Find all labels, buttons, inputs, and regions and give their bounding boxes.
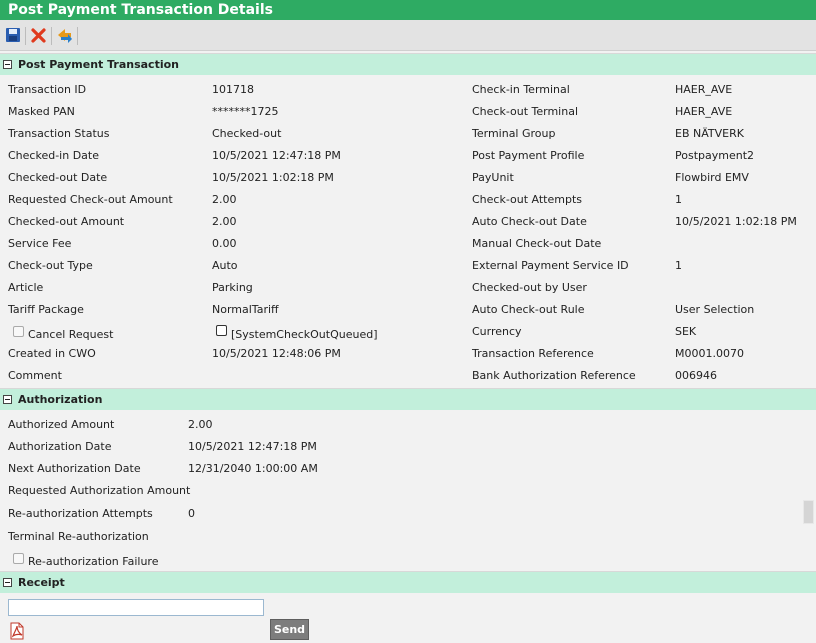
- section-header-authorization: Authorization: [0, 388, 816, 410]
- label-external-payment-service-id: External Payment Service ID: [472, 259, 629, 272]
- value-checkout-terminal: HAER_AVE: [675, 105, 733, 118]
- label-tariff-package: Tariff Package: [8, 303, 84, 316]
- label-checked-out-by-user: Checked-out by User: [472, 281, 587, 294]
- label-checkout-terminal: Check-out Terminal: [472, 105, 579, 118]
- label-created-in-cwo: Created in CWO: [8, 347, 96, 360]
- collapse-icon[interactable]: [3, 60, 12, 69]
- section-title: Authorization: [18, 393, 103, 406]
- label-checked-out-date: Checked-out Date: [8, 171, 108, 184]
- label-currency: Currency: [472, 325, 522, 338]
- section-title: Post Payment Transaction: [18, 58, 179, 71]
- section-title: Receipt: [18, 576, 65, 589]
- page-title: Post Payment Transaction Details: [0, 0, 816, 20]
- collapse-icon[interactable]: [3, 395, 12, 404]
- label-reauthorization-attempts: Re-authorization Attempts: [8, 507, 153, 520]
- value-currency: SEK: [675, 325, 697, 338]
- value-checkin-terminal: HAER_AVE: [675, 83, 733, 96]
- cancel-request-checkbox: [13, 326, 24, 337]
- label-checked-out-amount: Checked-out Amount: [8, 215, 125, 228]
- pdf-icon[interactable]: [9, 622, 25, 640]
- value-authorized-amount: 2.00: [188, 418, 213, 431]
- label-checkin-terminal: Check-in Terminal: [472, 83, 570, 96]
- label-transaction-status: Transaction Status: [8, 127, 110, 140]
- label-bank-authorization-reference: Bank Authorization Reference: [472, 369, 636, 382]
- value-transaction-reference: M0001.0070: [675, 347, 744, 360]
- value-auto-checkout-rule: User Selection: [675, 303, 755, 316]
- label-checkout-attempts: Check-out Attempts: [472, 193, 582, 206]
- system-checkout-queued-checkbox[interactable]: [216, 325, 227, 336]
- value-payunit: Flowbird EMV: [675, 171, 749, 184]
- label-post-payment-profile: Post Payment Profile: [472, 149, 585, 162]
- value-service-fee: 0.00: [212, 237, 237, 250]
- label-payunit: PayUnit: [472, 171, 514, 184]
- receipt-input[interactable]: [8, 599, 264, 616]
- toolbar: [0, 20, 816, 51]
- scrollbar-thumb[interactable]: [803, 500, 814, 524]
- save-icon[interactable]: [4, 26, 22, 44]
- label-requested-authorization-amount: Requested Authorization Amount: [8, 484, 191, 497]
- label-transaction-id: Transaction ID: [8, 83, 87, 96]
- label-auto-checkout-rule: Auto Check-out Rule: [472, 303, 585, 316]
- label-transaction-reference: Transaction Reference: [472, 347, 594, 360]
- value-tariff-package: NormalTariff: [212, 303, 279, 316]
- value-checkout-attempts: 1: [675, 193, 682, 206]
- cancel-request-label: Cancel Request: [28, 328, 114, 341]
- value-masked-pan: *******1725: [212, 105, 279, 118]
- value-transaction-id: 101718: [212, 83, 254, 96]
- value-bank-authorization-reference: 006946: [675, 369, 717, 382]
- reauthorization-failure-checkbox: [13, 553, 24, 564]
- label-requested-checkout-amount: Requested Check-out Amount: [8, 193, 173, 206]
- send-button[interactable]: Send: [270, 619, 309, 640]
- label-next-authorization-date: Next Authorization Date: [8, 462, 141, 475]
- value-checkout-type: Auto: [212, 259, 238, 272]
- value-external-payment-service-id: 1: [675, 259, 682, 272]
- section-header-transaction: Post Payment Transaction: [0, 53, 816, 75]
- value-auto-checkout-date: 10/5/2021 1:02:18 PM: [675, 215, 797, 228]
- label-masked-pan: Masked PAN: [8, 105, 75, 118]
- value-next-authorization-date: 12/31/2040 1:00:00 AM: [188, 462, 318, 475]
- reauthorization-failure-label: Re-authorization Failure: [28, 555, 159, 568]
- label-auto-checkout-date: Auto Check-out Date: [472, 215, 587, 228]
- value-reauthorization-attempts: 0: [188, 507, 195, 520]
- value-article: Parking: [212, 281, 253, 294]
- value-checked-out-date: 10/5/2021 1:02:18 PM: [212, 171, 334, 184]
- value-post-payment-profile: Postpayment2: [675, 149, 755, 162]
- label-checked-in-date: Checked-in Date: [8, 149, 99, 162]
- value-terminal-group: EB NÄTVERK: [675, 127, 744, 140]
- label-service-fee: Service Fee: [8, 237, 72, 250]
- label-manual-checkout-date: Manual Check-out Date: [472, 237, 602, 250]
- value-transaction-status: Checked-out: [212, 127, 282, 140]
- value-created-in-cwo: 10/5/2021 12:48:06 PM: [212, 347, 341, 360]
- value-checked-out-amount: 2.00: [212, 215, 237, 228]
- label-terminal-reauthorization: Terminal Re-authorization: [8, 530, 149, 543]
- label-authorization-date: Authorization Date: [8, 440, 112, 453]
- delete-icon[interactable]: [30, 26, 48, 44]
- section-header-receipt: Receipt: [0, 571, 816, 593]
- value-authorization-date: 10/5/2021 12:47:18 PM: [188, 440, 317, 453]
- value-checked-in-date: 10/5/2021 12:47:18 PM: [212, 149, 341, 162]
- label-authorized-amount: Authorized Amount: [8, 418, 115, 431]
- value-requested-checkout-amount: 2.00: [212, 193, 237, 206]
- label-comment: Comment: [8, 369, 62, 382]
- label-checkout-type: Check-out Type: [8, 259, 93, 272]
- transfer-icon[interactable]: [56, 26, 74, 44]
- collapse-icon[interactable]: [3, 578, 12, 587]
- label-terminal-group: Terminal Group: [472, 127, 556, 140]
- system-checkout-queued-label: [SystemCheckOutQueued]: [231, 328, 378, 341]
- label-article: Article: [8, 281, 44, 294]
